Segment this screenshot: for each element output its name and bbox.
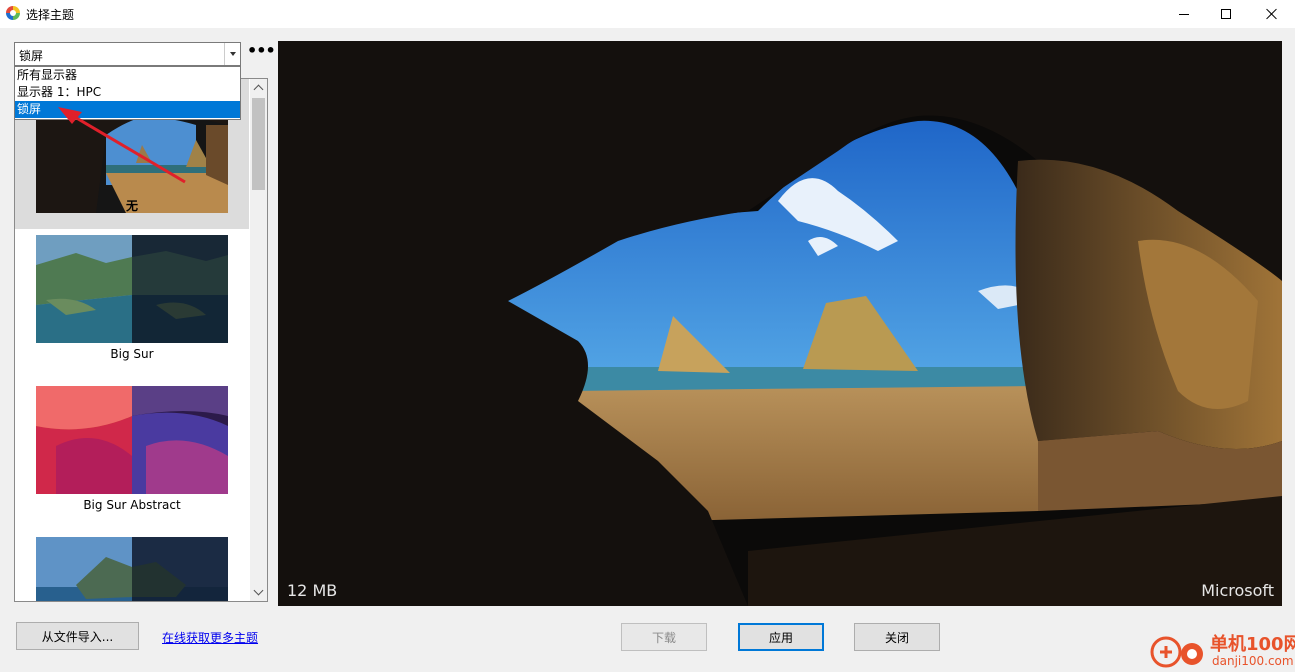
preview-image	[278, 41, 1282, 606]
minimize-button[interactable]	[1161, 0, 1207, 28]
close-button[interactable]: 关闭	[854, 623, 940, 651]
watermark-logo-icon	[1150, 636, 1203, 668]
dropdown-option-lock-screen[interactable]: 锁屏	[15, 101, 240, 118]
scroll-thumb[interactable]	[252, 98, 265, 190]
theme-thumbnail	[36, 537, 228, 601]
theme-thumbnail	[36, 235, 228, 343]
preview-source-text: Microsoft	[1201, 581, 1274, 600]
window-title: 选择主题	[26, 8, 75, 22]
monitor-select[interactable]: 锁屏	[14, 42, 241, 66]
maximize-button[interactable]	[1203, 0, 1249, 28]
theme-label: Big Sur Abstract	[83, 498, 181, 512]
watermark: 单机100网 danji100.com	[1146, 630, 1295, 672]
theme-label: Big Sur	[110, 347, 154, 361]
watermark-url: danji100.com	[1212, 654, 1294, 668]
title-bar: 选择主题	[0, 0, 1295, 28]
download-button[interactable]: 下载	[621, 623, 707, 651]
dropdown-option-all-monitors[interactable]: 所有显示器	[15, 67, 240, 84]
apply-button[interactable]: 应用	[738, 623, 824, 651]
chevron-down-icon[interactable]	[224, 43, 240, 65]
theme-item-catalina[interactable]	[15, 531, 249, 601]
close-icon	[1266, 8, 1278, 20]
scroll-up-icon[interactable]	[250, 79, 267, 96]
theme-preview: 12 MB Microsoft	[278, 41, 1282, 606]
watermark-title: 单机100网	[1210, 634, 1295, 655]
dropdown-option-monitor-1[interactable]: 显示器 1：HPC	[15, 84, 240, 101]
import-from-file-button[interactable]: 从文件导入...	[16, 622, 139, 650]
maximize-icon	[1221, 9, 1231, 19]
more-themes-link[interactable]: 在线获取更多主题	[162, 629, 258, 646]
monitor-select-value: 锁屏	[19, 49, 44, 63]
list-scrollbar[interactable]	[250, 79, 267, 601]
theme-thumbnail	[36, 386, 228, 494]
minimize-icon	[1179, 13, 1189, 15]
theme-label: 无	[125, 199, 138, 213]
close-window-button[interactable]	[1249, 0, 1295, 28]
monitor-dropdown[interactable]: 所有显示器 显示器 1：HPC 锁屏	[14, 66, 241, 120]
scroll-down-icon[interactable]	[250, 584, 267, 601]
more-options-button[interactable]: •••	[247, 43, 276, 61]
theme-item-big-sur[interactable]: Big Sur	[15, 229, 249, 379]
theme-list[interactable]: 无 Big Sur Big Sur Abstract	[14, 78, 268, 602]
theme-item-big-sur-abstract[interactable]: Big Sur Abstract	[15, 380, 249, 530]
preview-size-text: 12 MB	[287, 581, 338, 600]
app-icon	[6, 6, 20, 20]
